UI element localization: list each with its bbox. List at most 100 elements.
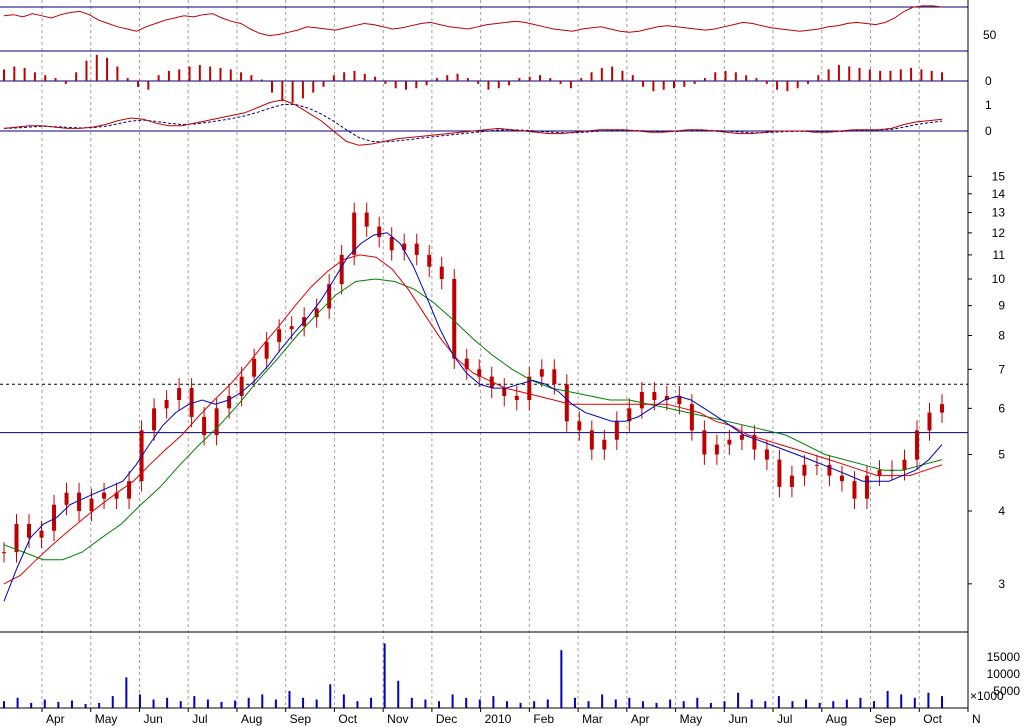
price-tick-label: 7 <box>998 362 1005 376</box>
candle-body <box>177 388 182 401</box>
x-tick-label: Oct <box>338 712 357 726</box>
candle-body <box>940 404 944 413</box>
candle-body <box>164 400 169 409</box>
x-tick-label: Oct <box>923 712 942 726</box>
price-tick-label: 15 <box>992 169 1006 183</box>
candle-body <box>452 279 457 359</box>
price-panel <box>0 202 968 602</box>
candle-body <box>439 266 444 280</box>
macd-line <box>3 99 943 146</box>
candle-body <box>839 475 844 482</box>
candle-body <box>652 391 657 401</box>
x-tick-label: Feb <box>533 712 554 726</box>
candle-body <box>914 430 919 460</box>
candle-body <box>214 408 219 436</box>
candle-body <box>864 475 869 499</box>
macd-tick-label: 1 <box>985 98 992 112</box>
x-tick-label: May <box>680 712 703 726</box>
x-tick-label: Dec <box>436 712 457 726</box>
candle-body <box>814 464 819 466</box>
x-tick-label: Mar <box>582 712 603 726</box>
candle-body <box>377 226 382 238</box>
price-tick-label: 13 <box>992 206 1006 220</box>
candle-body <box>389 237 394 251</box>
moving-average-long <box>3 278 943 561</box>
candle-body <box>277 329 282 342</box>
candle-body <box>414 243 419 255</box>
macd-tick-label: 0 <box>985 124 992 138</box>
x-tick-label: Jul <box>777 712 792 726</box>
candle-body <box>402 243 407 251</box>
candle-body <box>39 530 44 538</box>
price-tick-label: 11 <box>993 248 1006 262</box>
candle-body <box>714 444 719 455</box>
volume-units-label: ×1000 <box>970 689 1004 703</box>
candle-body <box>514 395 519 401</box>
candle-body <box>777 459 782 487</box>
candle-body <box>77 492 82 511</box>
x-tick-label: Aug <box>241 712 262 726</box>
month-gridlines <box>41 0 969 708</box>
candle-body <box>14 523 19 553</box>
price-tick-label: 6 <box>998 401 1005 415</box>
candle-body <box>602 439 607 450</box>
x-tick-label: Nov <box>387 712 408 726</box>
candle-body <box>252 358 257 377</box>
moving-average-short <box>3 232 943 602</box>
candle-body <box>614 421 619 440</box>
candle-body <box>902 459 907 471</box>
price-tick-label: 12 <box>992 226 1006 240</box>
candle-body <box>764 449 769 460</box>
x-tick-label: Aug <box>826 712 847 726</box>
candle-body <box>152 408 157 431</box>
candle-body <box>789 475 794 487</box>
candle-body <box>227 395 232 409</box>
macd-histogram-panel <box>0 54 968 103</box>
x-tick-label: May <box>95 712 118 726</box>
volume-tick-label: 10000 <box>987 667 1021 681</box>
candle-body <box>552 369 557 385</box>
candle-body <box>802 464 807 476</box>
candle-body <box>202 416 207 436</box>
candle-body <box>27 523 32 538</box>
volume-tick-label: 15000 <box>987 650 1021 664</box>
candle-body <box>502 388 507 396</box>
candle-body <box>739 435 744 440</box>
rsi-tick-label: 50 <box>983 28 997 42</box>
price-tick-label: 8 <box>998 328 1005 342</box>
histogram-tick-label: 0 <box>985 74 992 88</box>
candle-body <box>927 412 932 431</box>
axes: Apr May Jun Jul Aug Sep Oct Nov Dec 2010 Feb Mar Apr… <box>0 0 1020 726</box>
candle-body <box>852 481 857 499</box>
candle-body <box>2 552 6 554</box>
price-tick-label: 4 <box>998 504 1005 518</box>
volume-panel <box>3 643 943 708</box>
x-tick-label: 2010 <box>485 712 512 726</box>
candle-body <box>877 470 882 476</box>
candle-body <box>727 439 732 445</box>
candle-body <box>702 430 707 455</box>
candle-body <box>289 326 294 330</box>
candle-body <box>364 212 369 227</box>
macd-panel <box>0 99 968 146</box>
rsi-panel <box>0 5 968 52</box>
rsi-line <box>3 5 943 37</box>
price-tick-label: 5 <box>998 448 1005 462</box>
price-tick-label: 14 <box>992 187 1006 201</box>
moving-average-mid <box>3 254 943 585</box>
candle-body <box>639 391 644 409</box>
x-tick-label: Jul <box>192 712 207 726</box>
price-tick-label: 9 <box>998 299 1005 313</box>
price-tick-label: 3 <box>998 577 1005 591</box>
x-tick-label: N <box>972 712 981 726</box>
macd-signal-line <box>3 104 943 143</box>
x-tick-label: Apr <box>631 712 650 726</box>
stock-chart: Apr May Jun Jul Aug Sep Oct Nov Dec 2010 Feb Mar Apr… <box>0 0 1020 726</box>
x-tick-label: Apr <box>46 712 65 726</box>
x-tick-label: Jun <box>728 712 747 726</box>
candle-body <box>89 498 94 511</box>
candle-body <box>589 430 594 450</box>
x-tick-label: Sep <box>875 712 897 726</box>
candle-body <box>64 492 69 505</box>
candle-body <box>539 369 544 377</box>
